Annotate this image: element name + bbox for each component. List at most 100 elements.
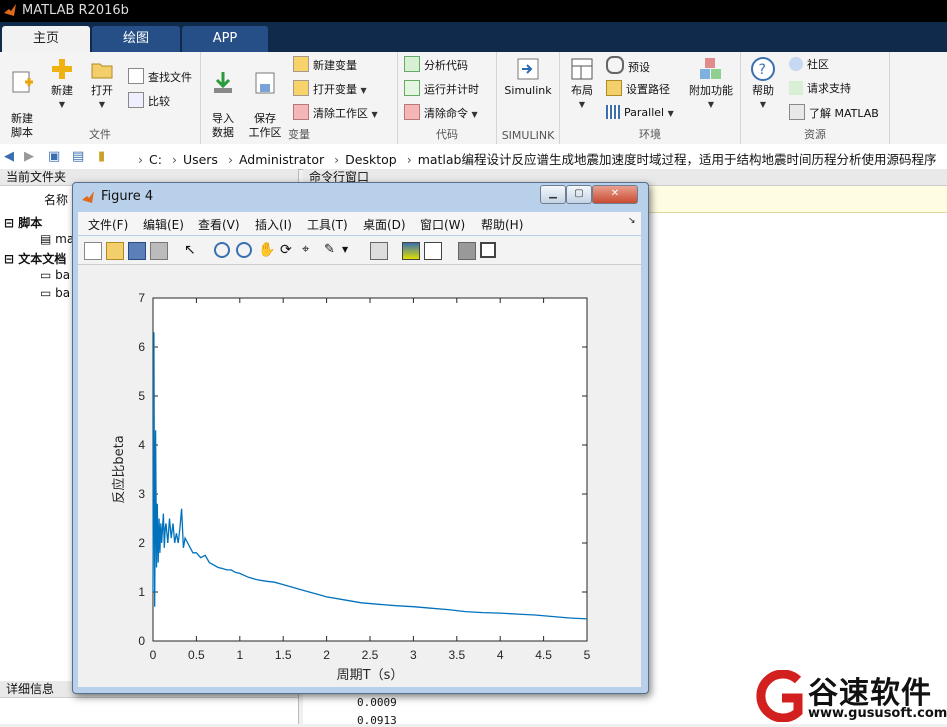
breadcrumb-segment[interactable]: C: [149, 152, 162, 167]
rotate-3d-icon[interactable]: ⟳ [280, 242, 296, 258]
resources-caption: 资源 [804, 128, 826, 141]
menu-help[interactable]: 帮助(H) [481, 216, 523, 233]
close-icon[interactable]: ✕ [592, 185, 638, 204]
set-path-button[interactable]: 设置路径 [606, 80, 670, 98]
zoom-in-icon[interactable] [214, 242, 230, 258]
up-folder-icon[interactable]: ▣ [48, 149, 60, 164]
menu-file[interactable]: 文件(F) [88, 216, 128, 233]
name-column-header[interactable]: 名称 [44, 191, 68, 208]
learn-matlab-button[interactable]: 了解 MATLAB [789, 104, 879, 122]
new-script-icon [9, 70, 35, 96]
import-data-icon [210, 70, 236, 96]
set-path-icon [606, 80, 622, 96]
y-tick-label: 2 [138, 536, 145, 550]
menu-tools[interactable]: 工具(T) [307, 216, 348, 233]
simulink-button[interactable]: Simulink [501, 56, 555, 98]
clear-commands-button[interactable]: 清除命令 ▼ [404, 104, 478, 122]
open-button[interactable]: 打开 ▼ [86, 56, 118, 112]
maximize-icon[interactable]: ▢ [566, 185, 592, 204]
minimize-icon[interactable]: ▁ [540, 185, 566, 204]
show-plot-tools-icon[interactable] [480, 242, 496, 258]
folder-icon: ▮ [98, 149, 106, 164]
breadcrumb-segment[interactable]: Desktop [345, 152, 397, 167]
list-item[interactable]: ▭ ba [40, 268, 70, 282]
run-and-time-button[interactable]: 运行并计时 [404, 80, 479, 98]
preferences-button[interactable]: 预设 [606, 56, 650, 74]
parallel-icon [606, 105, 620, 119]
brush-dropdown-icon[interactable]: ▼ [342, 242, 358, 258]
open-label: 打开 [91, 84, 113, 97]
new-variable-button[interactable]: 新建变量 [293, 56, 357, 74]
open-variable-button[interactable]: 打开变量 ▼ [293, 80, 367, 98]
compare-button[interactable]: 比较 [128, 92, 170, 110]
tab-strip: 主页 绘图 APP [0, 22, 947, 52]
find-files-icon [128, 68, 144, 84]
addons-button[interactable]: 附加功能 ▼ [686, 56, 736, 112]
link-plot-icon[interactable] [370, 242, 388, 260]
compare-icon [128, 92, 144, 108]
tab-apps[interactable]: APP [182, 26, 268, 52]
clear-commands-label: 清除命令 [424, 107, 468, 120]
learn-matlab-icon [789, 104, 805, 120]
menu-window[interactable]: 窗口(W) [420, 216, 465, 233]
group-text-docs: ⊟ 文本文档 [4, 252, 67, 266]
new-figure-icon[interactable] [84, 242, 102, 260]
plot-area [152, 297, 588, 642]
save-icon[interactable] [128, 242, 146, 260]
request-support-icon [789, 81, 803, 95]
layout-icon [569, 56, 595, 82]
print-icon[interactable] [150, 242, 168, 260]
code-caption: 代码 [436, 128, 458, 141]
open-file-icon[interactable] [106, 242, 124, 260]
menu-insert[interactable]: 插入(I) [255, 216, 292, 233]
analyze-code-button[interactable]: 分析代码 [404, 56, 468, 74]
zoom-out-icon[interactable] [236, 242, 252, 258]
y-tick-label: 7 [138, 291, 145, 305]
parallel-button[interactable]: Parallel ▼ [606, 104, 674, 122]
command-output-line: 0.0009 [357, 696, 397, 709]
colorbar-icon[interactable] [402, 242, 420, 260]
back-arrow-icon[interactable]: ◀ [4, 149, 14, 164]
hide-plot-tools-icon[interactable] [458, 242, 476, 260]
forward-arrow-icon[interactable]: ▶ [24, 149, 34, 164]
breadcrumb-segment[interactable]: Administrator [239, 152, 324, 167]
legend-icon[interactable] [424, 242, 442, 260]
current-folder-title: 当前文件夹 [6, 170, 67, 184]
x-axis-label: 周期T（s） [337, 668, 404, 683]
svg-text:?: ? [759, 62, 766, 78]
pan-hand-icon[interactable]: ✋ [258, 242, 275, 258]
menu-edit[interactable]: 编辑(E) [143, 216, 184, 233]
browse-folder-icon[interactable]: ▤ [72, 149, 84, 164]
new-label: 新建 [51, 84, 73, 97]
tab-home[interactable]: 主页 [2, 26, 90, 52]
clear-commands-icon [404, 104, 420, 120]
tab-plots[interactable]: 绘图 [92, 26, 180, 52]
learn-matlab-label: 了解 MATLAB [809, 107, 879, 120]
file-icon: ▤ [40, 232, 56, 246]
x-tick-label: 3 [410, 648, 417, 662]
layout-button[interactable]: 布局 ▼ [564, 56, 600, 112]
figure-canvas: 0 0.5 1 1.5 2 2.5 3 3.5 4 4.5 5 0 1 2 3 4 5 6 7 周期T（s） 反应比be… [78, 265, 641, 687]
request-support-button[interactable]: 请求支持 [789, 80, 851, 98]
pointer-icon[interactable]: ↖ [184, 242, 200, 258]
new-button[interactable]: 新建 ▼ [46, 56, 78, 112]
address-bar: ◀ ▶ ▣ ▤ ▮ › C: › Users › Administrator › Des… [0, 144, 947, 170]
community-button[interactable]: 社区 [789, 56, 829, 74]
help-button[interactable]: ? 帮助 ▼ [747, 56, 779, 112]
figure-window[interactable]: Figure 4 ▁ ▢ ✕ 文件(F) 编辑(E) 查看(V) 插入(I) 工… [72, 182, 649, 694]
ribbon-section-code: 分析代码 运行并计时 清除命令 ▼ 代码 [398, 52, 497, 144]
menu-view[interactable]: 查看(V) [198, 216, 240, 233]
find-files-button[interactable]: 查找文件 [128, 68, 192, 86]
figure-matlab-icon [81, 190, 95, 204]
data-cursor-icon[interactable]: ⌖ [302, 242, 318, 258]
breadcrumb-segment[interactable]: matlab编程设计反应谱生成地震加速度时域过程，适用于结构地震时间历程分析使用… [418, 152, 937, 167]
list-item[interactable]: ▤ ma [40, 232, 74, 246]
matlab-logo-icon [3, 3, 17, 17]
clear-workspace-button[interactable]: 清除工作区 ▼ [293, 104, 378, 122]
menu-dock-arrow-icon[interactable]: ↘ [628, 216, 636, 226]
breadcrumb-segment[interactable]: Users [183, 152, 218, 167]
list-item[interactable]: ▭ ba [40, 286, 70, 300]
menu-desktop[interactable]: 桌面(D) [363, 216, 406, 233]
ribbon-section-simulink: Simulink SIMULINK [497, 52, 560, 144]
brush-icon[interactable]: ✎ [324, 242, 340, 258]
